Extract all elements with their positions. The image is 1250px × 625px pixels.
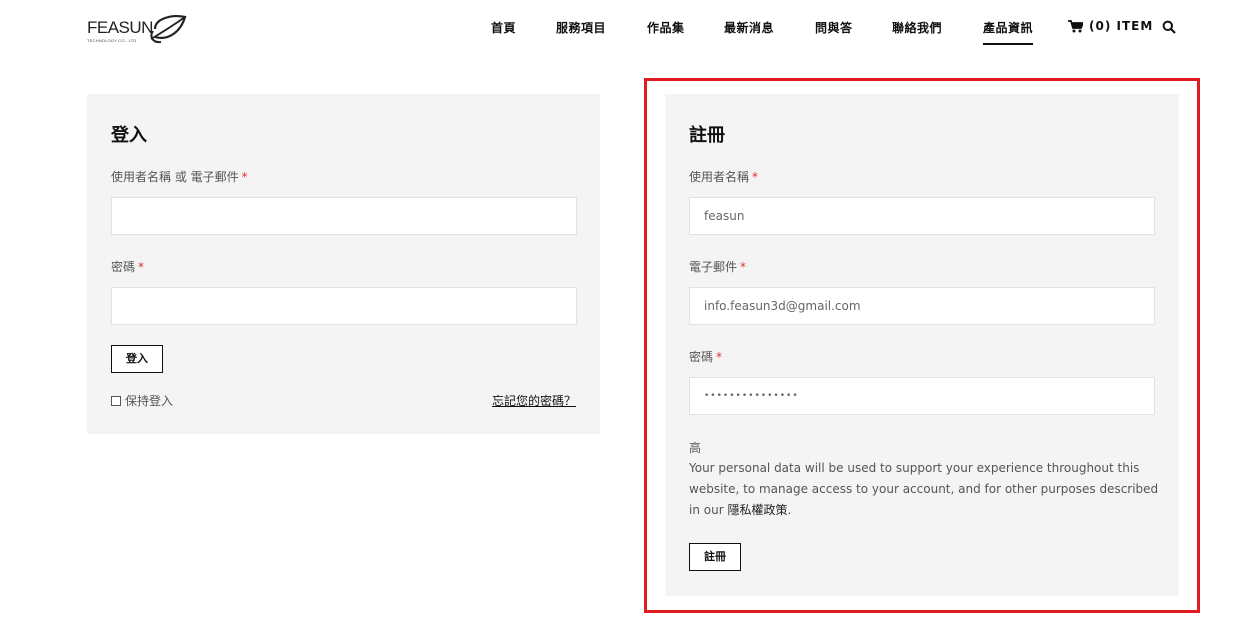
- cart-link[interactable]: (0) ITEM: [1068, 19, 1153, 33]
- site-header: FEASUN TECHNOLOGY CO., LTD 首頁 服務項目 作品集 最…: [0, 0, 1250, 60]
- search-icon[interactable]: [1162, 20, 1176, 34]
- required-mark: *: [138, 260, 145, 274]
- login-panel: 登入 使用者名稱 或 電子郵件 * 密碼 * 登入 保持登入 忘記您的密碼？: [87, 94, 600, 434]
- nav-item-news[interactable]: 最新消息: [724, 19, 774, 36]
- login-password-label: 密碼 *: [111, 258, 144, 275]
- login-username-label: 使用者名稱 或 電子郵件 *: [111, 168, 248, 185]
- forgot-password-link[interactable]: 忘記您的密碼？: [492, 392, 576, 409]
- nav-item-portfolio[interactable]: 作品集: [647, 19, 685, 36]
- login-username-input[interactable]: [111, 197, 577, 235]
- nav-item-products[interactable]: 產品資訊: [983, 19, 1034, 45]
- cart-icon: [1068, 19, 1083, 32]
- leaf-logo-icon: [150, 15, 187, 44]
- logo-word: FEASUN: [87, 18, 153, 37]
- login-button[interactable]: 登入: [111, 345, 163, 373]
- login-password-input[interactable]: [111, 287, 577, 325]
- nav-item-contact[interactable]: 聯絡我們: [892, 19, 942, 36]
- register-highlight-box: [644, 78, 1200, 613]
- remember-me[interactable]: 保持登入: [111, 392, 173, 409]
- required-mark: *: [241, 170, 248, 184]
- site-logo[interactable]: FEASUN TECHNOLOGY CO., LTD: [87, 10, 197, 50]
- logo-tagline: TECHNOLOGY CO., LTD: [87, 38, 137, 43]
- nav-item-home[interactable]: 首頁: [491, 19, 516, 36]
- remember-checkbox[interactable]: [111, 395, 121, 406]
- nav-item-services[interactable]: 服務項目: [556, 19, 606, 36]
- remember-label: 保持登入: [125, 394, 174, 408]
- login-title: 登入: [111, 125, 147, 146]
- login-username-label-text: 使用者名稱 或 電子郵件: [111, 170, 239, 184]
- nav-item-faq[interactable]: 問與答: [815, 19, 853, 36]
- cart-label: (0) ITEM: [1089, 19, 1154, 33]
- login-password-label-text: 密碼: [111, 260, 136, 274]
